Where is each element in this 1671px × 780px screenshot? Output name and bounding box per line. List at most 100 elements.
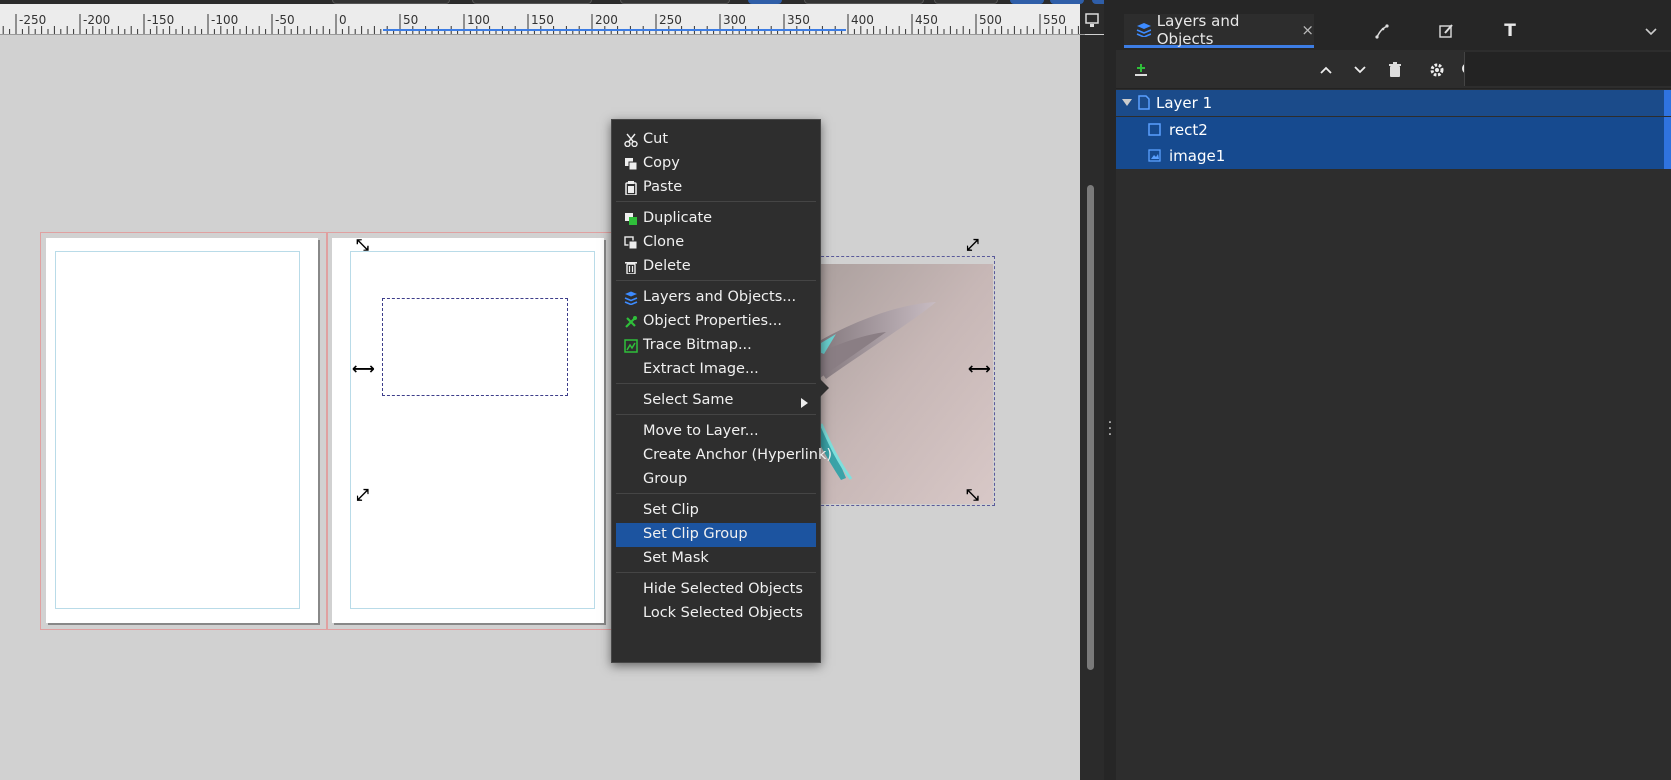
menu-item-delete[interactable]: Delete: [616, 255, 816, 279]
ruler-label: -200: [83, 13, 110, 27]
scrollbar-thumb[interactable]: [1087, 185, 1094, 670]
menu-item-label: Extract Image...: [643, 361, 759, 377]
node-tool-icon[interactable]: [1364, 14, 1400, 48]
ruler-label: 250: [659, 13, 682, 27]
menu-separator: [616, 201, 816, 202]
ruler-label: 300: [723, 13, 746, 27]
object-properties-icon: [624, 315, 638, 329]
layers-icon: [624, 291, 638, 306]
menu-item-set-clip[interactable]: Set Clip: [616, 499, 816, 523]
search-input[interactable]: [1464, 52, 1671, 86]
add-layer-icon[interactable]: [1130, 59, 1152, 81]
ruler-label: -100: [211, 13, 238, 27]
row-indicator: [1664, 117, 1671, 143]
ruler-label: 350: [787, 13, 810, 27]
menu-item-label: Object Properties...: [643, 313, 782, 329]
menu-item-object-properties[interactable]: Object Properties...: [616, 310, 816, 334]
menu-item-set-mask[interactable]: Set Mask: [616, 547, 816, 571]
menu-separator: [616, 414, 816, 415]
ruler-label: 200: [595, 13, 618, 27]
ruler-label: 0: [339, 13, 347, 27]
edit-icon[interactable]: [1428, 14, 1464, 48]
menu-item-trace-bitmap[interactable]: Trace Bitmap...: [616, 334, 816, 358]
ruler-label: -250: [19, 13, 46, 27]
tree-label: image1: [1169, 147, 1226, 165]
menu-item-paste[interactable]: Paste: [616, 176, 816, 200]
tree-row-layer1[interactable]: Layer 1: [1116, 90, 1664, 116]
menu-item-extract-image[interactable]: Extract Image...: [616, 358, 816, 382]
context-menu: Cut Copy Paste Duplicate Clone Delete Layers a…: [611, 119, 832, 663]
settings-icon[interactable]: [1426, 59, 1448, 81]
clone-icon: [624, 236, 638, 250]
tab-label: Layers and Objects: [1156, 11, 1240, 48]
menu-item-select-same[interactable]: Select Same: [616, 389, 816, 413]
menu-item-hide-selected-objects[interactable]: Hide Selected Objects: [616, 578, 816, 602]
menu-item-clone[interactable]: Clone: [616, 231, 816, 255]
delete-icon[interactable]: [1384, 59, 1406, 81]
tree-label: Layer 1: [1156, 94, 1213, 112]
ruler-label: 550: [1043, 13, 1066, 27]
tree-row-rect2[interactable]: rect2: [1116, 117, 1664, 143]
menu-item-group[interactable]: Group: [616, 468, 816, 492]
panel-divider[interactable]: [1104, 0, 1116, 780]
menu-separator: [616, 493, 816, 494]
menu-item-cut[interactable]: Cut: [616, 128, 816, 152]
menu-item-move-to-layer[interactable]: Move to Layer...: [616, 420, 816, 444]
ruler-label: -50: [275, 13, 295, 27]
ruler-label: -150: [147, 13, 174, 27]
rect2-object[interactable]: [382, 298, 568, 396]
ruler-label: 150: [531, 13, 554, 27]
submenu-arrow-icon: [801, 396, 808, 412]
chevron-down-icon[interactable]: [1636, 14, 1666, 48]
resize-handle-se[interactable]: ⤡: [966, 487, 979, 503]
menu-item-copy[interactable]: Copy: [616, 152, 816, 176]
resize-handle-ne[interactable]: ⤢: [966, 237, 979, 253]
image-selection-box: [806, 256, 995, 506]
ruler-label: 500: [979, 13, 1002, 27]
text-tool-icon[interactable]: T: [1492, 14, 1528, 48]
resize-handle-e[interactable]: ⟷: [968, 361, 991, 377]
menu-item-label: Set Mask: [643, 550, 709, 566]
close-icon[interactable]: ×: [1301, 21, 1314, 39]
menu-item-label: Select Same: [643, 392, 734, 408]
panel-tab-bar: Layers and Objects × T: [1116, 0, 1671, 50]
menu-separator: [616, 383, 816, 384]
expand-arrow-icon[interactable]: [1122, 99, 1132, 107]
menu-item-label: Delete: [643, 258, 691, 274]
layer-icon: [1138, 95, 1150, 110]
tree-row-image1[interactable]: image1: [1116, 143, 1664, 169]
menu-item-layers-and-objects[interactable]: Layers and Objects...: [616, 286, 816, 310]
menu-separator: [616, 280, 816, 281]
image-icon: [1148, 149, 1161, 162]
display-icon[interactable]: [1080, 4, 1104, 34]
menu-item-duplicate[interactable]: Duplicate: [616, 207, 816, 231]
menu-pointer: [819, 378, 829, 398]
menu-item-label: Cut: [643, 131, 668, 147]
menu-item-create-anchor-hyperlink[interactable]: Create Anchor (Hyperlink): [616, 444, 832, 468]
drag-handle-icon[interactable]: · · ·: [1104, 416, 1116, 442]
row-indicator: [1664, 143, 1671, 169]
horizontal-ruler[interactable]: -250 -200 -150 -100 -50 0 50 100 150 200 250 300 350…: [0, 4, 1085, 35]
move-up-icon[interactable]: [1315, 59, 1337, 81]
vertical-scrollbar[interactable]: [1080, 35, 1104, 780]
menu-item-label: Hide Selected Objects: [643, 581, 803, 597]
menu-item-label: Clone: [643, 234, 685, 250]
ruler-corner: [1080, 4, 1104, 34]
drawing-canvas[interactable]: ⤡ ⟷ ⤢ ⤢ ⟷ ⤡: [0, 35, 1080, 780]
menu-item-label: Paste: [643, 179, 683, 195]
menu-item-set-clip-group[interactable]: Set Clip Group: [616, 523, 816, 547]
tree-label: rect2: [1169, 121, 1208, 139]
menu-item-label: Lock Selected Objects: [643, 605, 803, 621]
move-down-icon[interactable]: [1349, 59, 1371, 81]
layers-icon: [1136, 22, 1151, 37]
menu-item-label: Set Clip Group: [643, 526, 748, 542]
menu-item-label: Group: [643, 471, 688, 487]
resize-handle-nw[interactable]: ⤡: [356, 237, 369, 253]
trace-bitmap-icon: [624, 339, 638, 353]
resize-handle-sw[interactable]: ⤢: [356, 487, 369, 503]
resize-handle-w[interactable]: ⟷: [352, 361, 375, 377]
menu-item-lock-selected-objects[interactable]: Lock Selected Objects: [616, 602, 816, 626]
menu-item-label: Duplicate: [643, 210, 713, 226]
paste-icon: [624, 181, 638, 196]
tab-layers-and-objects[interactable]: Layers and Objects ×: [1124, 11, 1314, 48]
